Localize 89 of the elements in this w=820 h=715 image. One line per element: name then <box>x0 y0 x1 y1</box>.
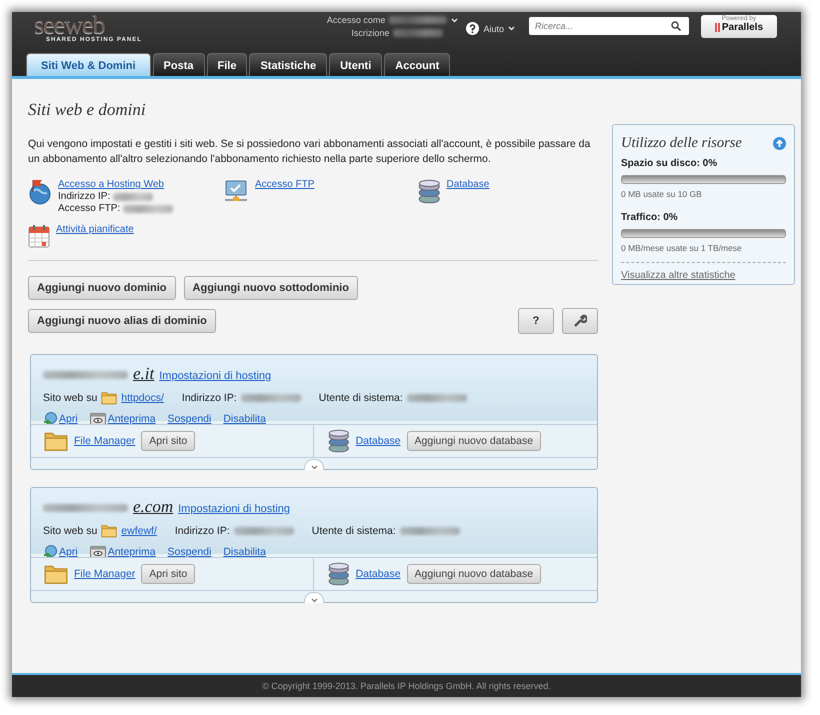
subscription-label: Iscrizione <box>351 28 390 38</box>
help-icon[interactable] <box>466 22 480 35</box>
hosting-settings-link[interactable]: Impostazioni di hosting <box>178 503 290 515</box>
action-link[interactable]: Anteprima <box>108 412 156 425</box>
action-link[interactable]: Disabilita <box>223 412 266 425</box>
usage-text: 0 MB usate su 10 GB <box>621 189 703 199</box>
add-button[interactable]: Aggiungi nuovo alias di dominio <box>28 309 216 333</box>
nav-tab[interactable]: Utenti <box>329 53 382 76</box>
eye-window-icon <box>90 546 106 558</box>
caret-icon <box>451 18 458 22</box>
copyright-text: © Copyright 1999-2013. Parallels IP Holdings GmbH. All rights reserved. <box>262 681 551 691</box>
blurred-value <box>123 204 174 212</box>
file-manager-link[interactable]: File Manager <box>74 568 136 580</box>
blurred-value <box>389 16 448 24</box>
folder-icon <box>101 524 118 538</box>
help-menu[interactable]: Aiuto <box>483 24 504 34</box>
intro-text: Qui vengono impostati e gestiti i siti web. Se si possiedono vari abbonamenti associati all'account, è possibile passare da un abbonamento all'altro selezionando l'abbonamento richiesto nella parte superiore dello schermo. <box>28 137 592 167</box>
folder-link[interactable]: httpdocs/ <box>121 392 164 404</box>
wrench-icon <box>573 314 587 328</box>
tool-link[interactable]: Accesso FTP <box>255 179 314 190</box>
folder-network-icon <box>223 179 249 203</box>
blurred-value <box>113 192 154 200</box>
blurred-value <box>406 394 467 402</box>
database-icon <box>418 179 440 204</box>
tool-link[interactable]: Accesso a Hosting Web <box>58 179 174 190</box>
search-field[interactable]: Ricerca... <box>528 17 689 35</box>
help-button[interactable]: ? <box>518 308 554 334</box>
expand-button[interactable] <box>304 459 324 470</box>
user-label: Utente di sistema: <box>312 524 396 537</box>
site-label: Sito web su <box>43 392 98 404</box>
bars-icon <box>714 23 720 32</box>
action-link[interactable]: Apri <box>59 412 78 425</box>
action-link[interactable]: Disabilita <box>223 546 266 558</box>
stats-link[interactable]: Visualizza altre statistiche <box>621 270 736 281</box>
nav-tab[interactable]: Posta <box>152 53 204 76</box>
nav-tab[interactable]: Account <box>384 53 450 76</box>
settings-button[interactable] <box>562 308 598 334</box>
meter-label: Spazio su disco: 0% <box>621 158 718 169</box>
globe-flag-icon <box>28 179 52 205</box>
database-link[interactable]: Database <box>356 435 401 447</box>
open-site-button[interactable]: Apri sito <box>141 564 196 584</box>
folder-link[interactable]: ewfewf/ <box>121 524 157 537</box>
database-link[interactable]: Database <box>356 568 401 580</box>
file-manager-link[interactable]: File Manager <box>74 435 136 447</box>
domain-name[interactable]: e.com <box>133 497 174 517</box>
detail-label: Indirizzo IP: <box>58 191 110 202</box>
user-label: Utente di sistema: <box>318 392 403 404</box>
site-label: Sito web su <box>43 524 98 537</box>
add-button[interactable]: Aggiungi nuovo dominio <box>28 276 176 300</box>
expand-button[interactable] <box>304 592 324 603</box>
ip-label: Indirizzo IP: <box>174 524 230 537</box>
domain-name[interactable]: e.it <box>133 364 154 384</box>
usage-text: 0 MB/mese usate su 1 TB/mese <box>621 243 743 253</box>
database-icon <box>328 429 350 453</box>
search-icon[interactable] <box>670 21 681 31</box>
folder-icon <box>101 391 118 405</box>
account-label: Accesso come <box>326 15 386 25</box>
tool-link[interactable]: Database <box>446 179 490 190</box>
add-database-button[interactable]: Aggiungi nuovo database <box>406 564 542 584</box>
chevron-icon <box>310 598 318 603</box>
blurred-value <box>400 526 460 535</box>
eye-window-icon <box>90 412 106 425</box>
open-site-button[interactable]: Apri sito <box>141 431 196 451</box>
action-link[interactable]: Anteprima <box>108 546 156 558</box>
nav-tab[interactable]: File <box>206 53 248 76</box>
caret-icon <box>508 26 515 31</box>
nav-tab[interactable]: Siti Web & Domini <box>26 53 151 76</box>
action-link[interactable]: Sospendi <box>168 412 212 425</box>
tool-link[interactable]: Attività pianificate <box>56 224 134 235</box>
ip-label: Indirizzo IP: <box>182 392 237 404</box>
collapse-icon[interactable] <box>773 137 786 150</box>
nav-tab[interactable]: Statistiche <box>249 53 328 76</box>
action-link[interactable]: Sospendi <box>168 546 212 558</box>
blurred-value <box>234 526 294 535</box>
chevron-icon <box>310 465 318 470</box>
calendar-icon <box>28 224 50 248</box>
page-title: Siti web e domini <box>28 100 147 120</box>
add-button[interactable]: Aggiungi nuovo sottodominio <box>184 276 358 300</box>
panel-title: Utilizzo delle risorse <box>621 135 742 152</box>
action-link[interactable]: Apri <box>59 546 78 558</box>
folder-icon <box>44 564 68 584</box>
add-database-button[interactable]: Aggiungi nuovo database <box>406 431 542 451</box>
hosting-settings-link[interactable]: Impostazioni di hosting <box>159 370 272 382</box>
blurred-value <box>240 394 301 402</box>
blurred-value <box>393 29 444 37</box>
detail-label: Accesso FTP: <box>58 203 120 214</box>
database-icon <box>328 562 350 586</box>
folder-icon <box>44 430 68 452</box>
meter-label: Traffico: 0% <box>621 212 679 223</box>
